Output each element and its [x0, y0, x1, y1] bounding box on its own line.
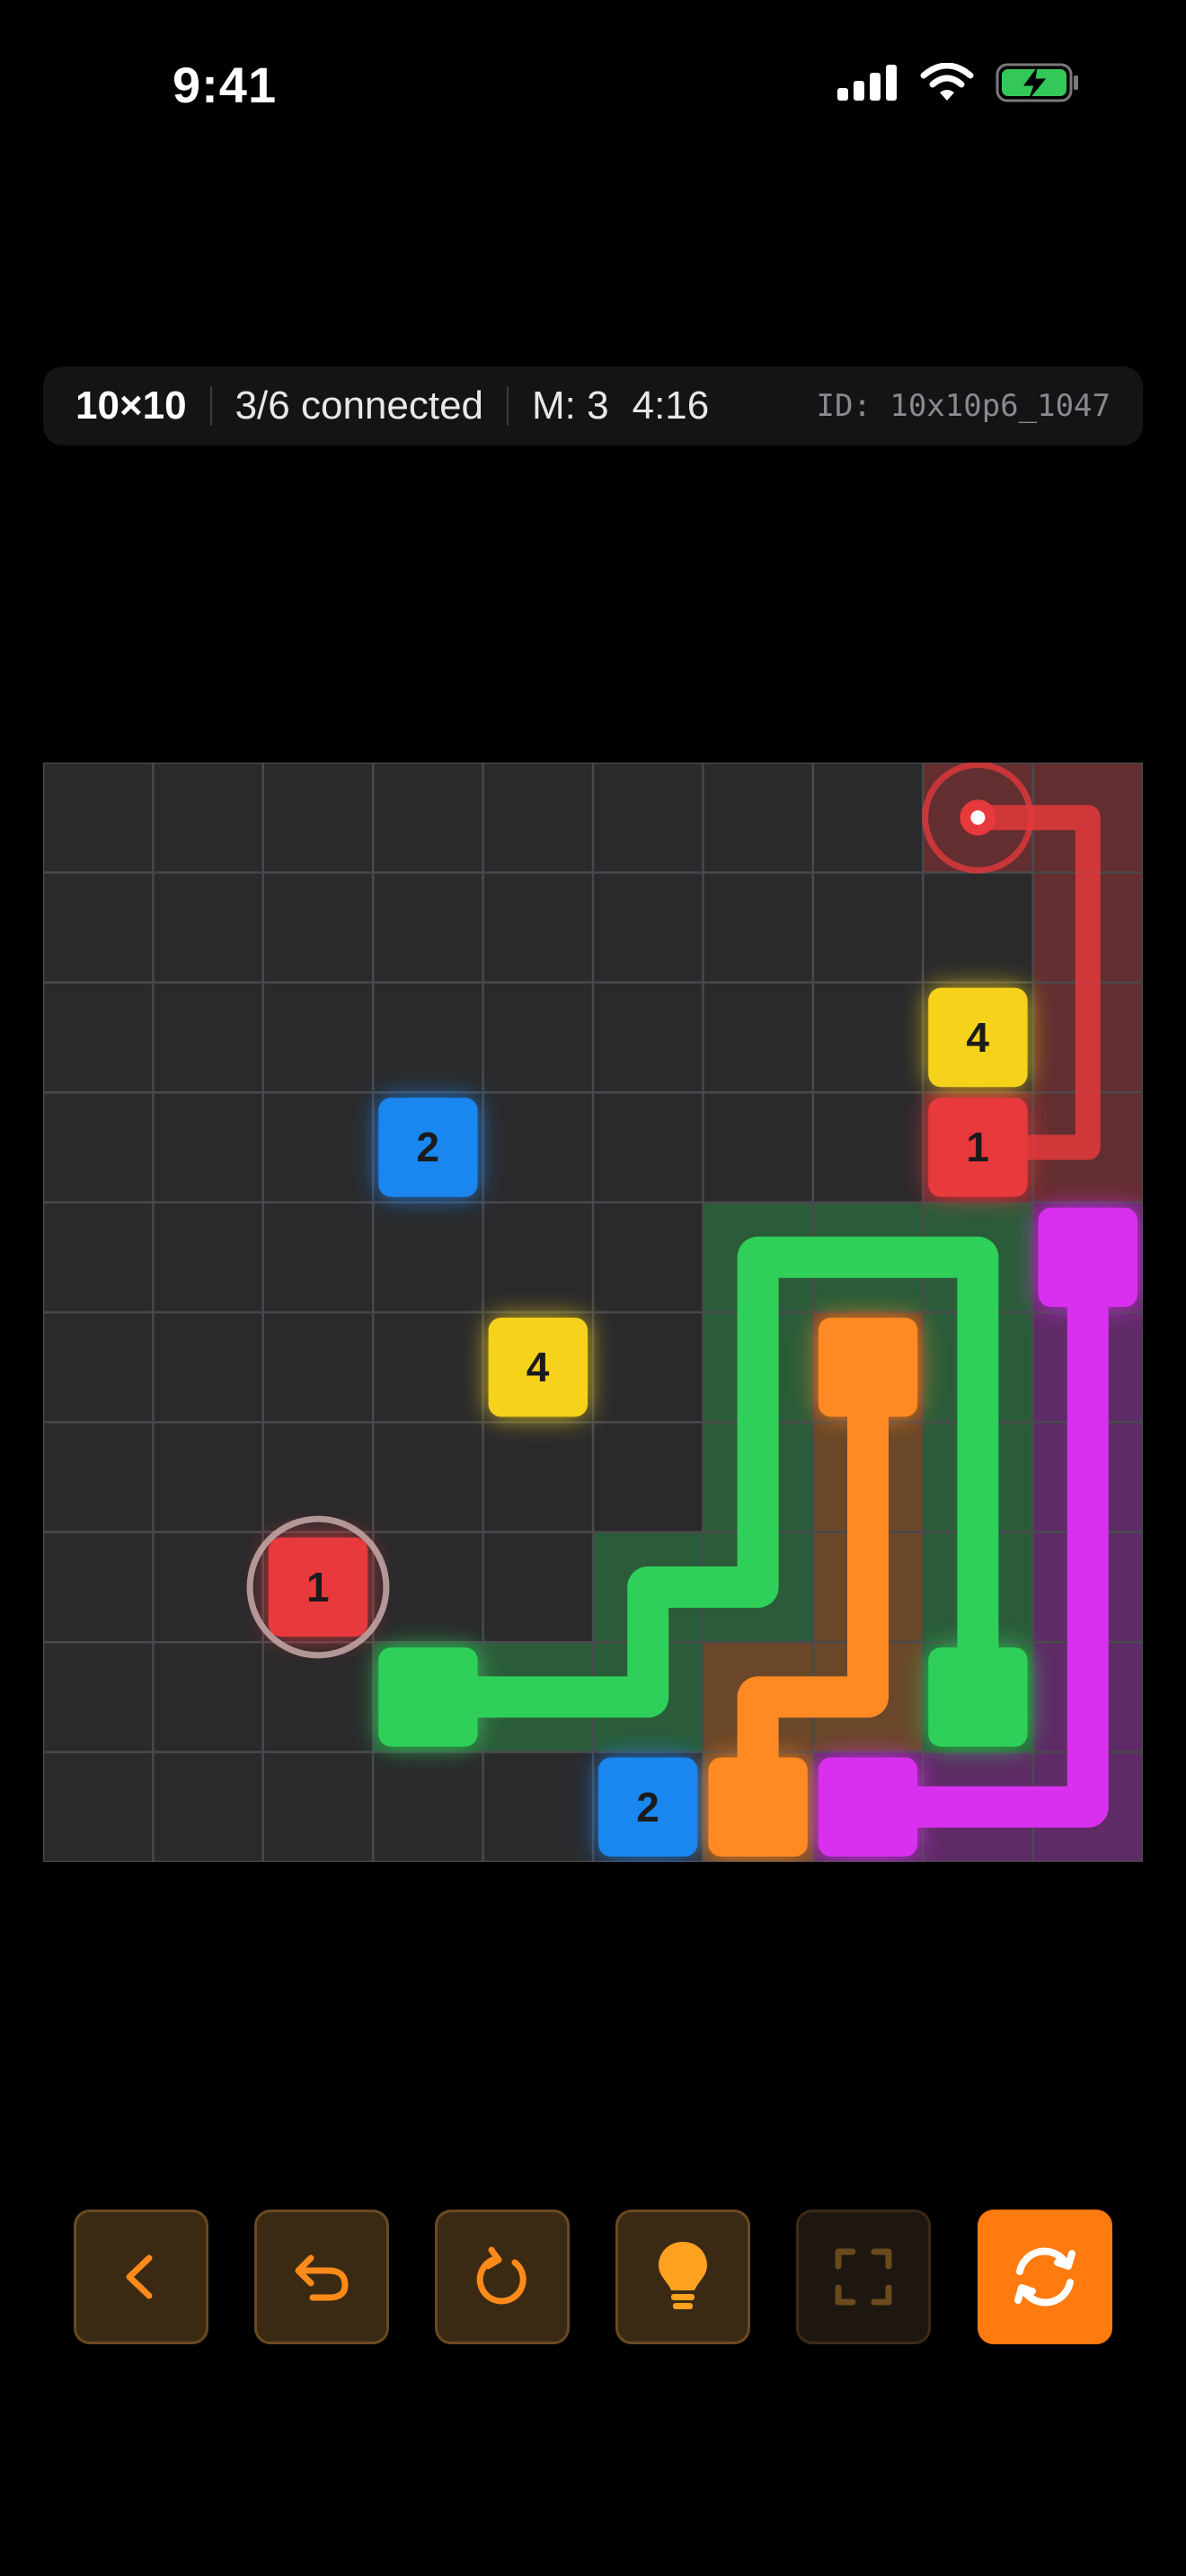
back-button[interactable] — [74, 2210, 208, 2344]
dot-yellow[interactable] — [488, 1318, 588, 1417]
move-count: M: 3 — [532, 384, 609, 428]
puzzle-info-bar: 10×10 3/6 connected M: 3 4:16 ID: 10x10p… — [43, 366, 1143, 446]
connected-count: 3/6 connected — [235, 384, 484, 428]
hint-button[interactable] — [615, 2210, 750, 2344]
bottom-toolbar — [74, 2210, 1112, 2344]
restart-icon — [476, 2246, 527, 2305]
lightbulb-icon — [659, 2242, 707, 2309]
puzzle-id: ID: 10x10p6_1047 — [816, 388, 1111, 424]
dot-blue[interactable] — [598, 1757, 698, 1857]
cellular-signal-icon — [837, 65, 897, 101]
status-icons — [837, 63, 1080, 102]
drag-cursor-center — [970, 810, 986, 825]
timer: 4:16 — [632, 384, 710, 428]
undo-arrow-icon — [295, 2254, 349, 2301]
restart-button[interactable] — [435, 2210, 570, 2344]
chevron-left-icon — [126, 2254, 153, 2299]
game-board[interactable]: 114422 — [43, 763, 1143, 1862]
fullscreen-icon — [835, 2248, 892, 2306]
new-puzzle-button[interactable] — [978, 2210, 1112, 2344]
divider — [507, 386, 509, 426]
divider — [209, 386, 212, 426]
status-time: 9:41 — [173, 57, 278, 113]
battery-charging-icon — [996, 63, 1078, 102]
dot-red[interactable] — [268, 1537, 368, 1637]
wifi-icon — [920, 63, 974, 101]
fullscreen-button[interactable] — [796, 2210, 931, 2344]
dot-blue[interactable] — [378, 1098, 478, 1197]
status-bar: 9:41 — [0, 0, 1186, 171]
refresh-cycle-icon — [1014, 2247, 1075, 2307]
grid-size-label: 10×10 — [75, 384, 187, 428]
undo-button[interactable] — [254, 2210, 389, 2344]
board-canvas[interactable] — [43, 763, 1143, 1862]
dot-yellow[interactable] — [928, 987, 1028, 1088]
